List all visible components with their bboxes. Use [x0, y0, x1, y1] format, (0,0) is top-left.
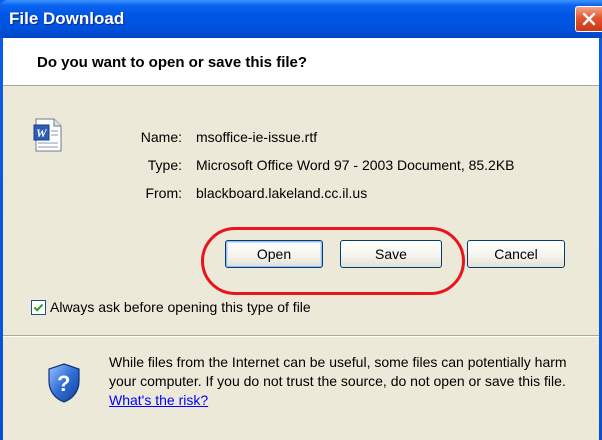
- save-button[interactable]: Save: [340, 240, 442, 268]
- type-label: Type:: [147, 157, 182, 173]
- close-icon: [582, 12, 596, 26]
- separator: [3, 335, 599, 337]
- security-warning: While files from the Internet can be use…: [109, 353, 579, 410]
- word-document-icon: W: [33, 118, 62, 152]
- svg-text:W: W: [36, 126, 48, 140]
- file-download-window: File Download Do you want to open or sav…: [0, 0, 602, 440]
- file-name-value: msoffice-ie-issue.rtf: [196, 129, 318, 145]
- from-label: From:: [145, 185, 182, 201]
- window-title: File Download: [9, 9, 125, 28]
- dialog-body: Do you want to open or save this file? W…: [3, 38, 599, 440]
- always-ask-label[interactable]: Always ask before opening this type of f…: [50, 299, 311, 315]
- name-label: Name:: [140, 129, 182, 145]
- title-bar[interactable]: File Download: [0, 0, 602, 38]
- cancel-button[interactable]: Cancel: [467, 240, 565, 268]
- dialog-question: Do you want to open or save this file?: [37, 54, 308, 71]
- checkmark-icon: [33, 303, 44, 312]
- open-button[interactable]: Open: [225, 240, 323, 268]
- whats-the-risk-link[interactable]: What's the risk?: [109, 392, 208, 408]
- shield-question-icon: ?: [48, 363, 80, 403]
- close-button[interactable]: [575, 6, 602, 32]
- file-source-value: blackboard.lakeland.cc.il.us: [196, 185, 368, 201]
- svg-text:?: ?: [57, 371, 70, 396]
- always-ask-checkbox[interactable]: [31, 300, 46, 315]
- warning-text: While files from the Internet can be use…: [109, 354, 567, 389]
- file-type-value: Microsoft Office Word 97 - 2003 Document…: [196, 157, 515, 173]
- dialog-header: Do you want to open or save this file?: [3, 38, 599, 86]
